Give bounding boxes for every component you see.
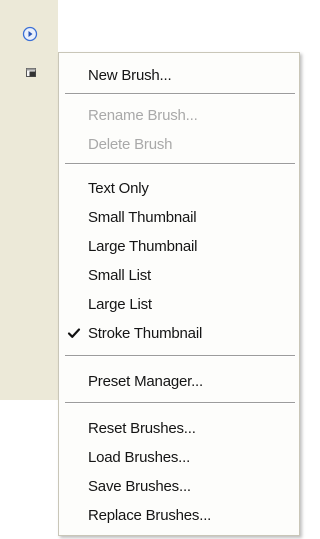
menu-item-label: Small List [88, 266, 152, 284]
menu-item-label: Large List [88, 295, 152, 313]
flyout-menu-icon [22, 26, 38, 42]
menu-item-preset-manager[interactable]: Preset Manager... [60, 368, 298, 394]
menu-item-label: Reset Brushes... [88, 419, 196, 437]
menu-item-label: Stroke Thumbnail [88, 324, 203, 342]
menu-item-delete-brush: Delete Brush [60, 131, 298, 157]
menu-separator [65, 93, 295, 95]
menu-item-small-thumbnail[interactable]: Small Thumbnail [60, 204, 298, 230]
new-preset-icon [26, 68, 36, 77]
flyout-menu-button[interactable] [22, 26, 38, 42]
menu-item-stroke-thumbnail[interactable]: Stroke Thumbnail [60, 320, 298, 346]
menu-item-label: Load Brushes... [88, 448, 191, 466]
menu-item-label: Text Only [88, 179, 149, 197]
brushes-panel-menu-screen: New Brush... Rename Brush... Delete Brus… [0, 0, 303, 539]
new-preset-button[interactable] [23, 63, 39, 79]
menu-item-label: New Brush... [88, 66, 172, 84]
menu-item-text-only[interactable]: Text Only [60, 175, 298, 201]
menu-item-label: Small Thumbnail [88, 208, 197, 226]
menu-separator [65, 355, 295, 357]
menu-item-replace-brushes[interactable]: Replace Brushes... [60, 502, 298, 528]
menu-item-label: Rename Brush... [88, 106, 198, 124]
menu-item-label: Delete Brush [88, 135, 173, 153]
panel-side-strip [0, 0, 58, 400]
menu-separator [65, 402, 295, 404]
menu-item-label: Replace Brushes... [88, 506, 212, 524]
menu-item-rename-brush: Rename Brush... [60, 102, 298, 128]
menu-item-save-brushes[interactable]: Save Brushes... [60, 473, 298, 499]
menu-item-large-thumbnail[interactable]: Large Thumbnail [60, 233, 298, 259]
menu-item-label: Save Brushes... [88, 477, 191, 495]
menu-item-load-brushes[interactable]: Load Brushes... [60, 444, 298, 470]
menu-item-label: Large Thumbnail [88, 237, 198, 255]
menu-item-label: Preset Manager... [88, 372, 203, 390]
menu-item-large-list[interactable]: Large List [60, 291, 298, 317]
menu-item-new-brush[interactable]: New Brush... [60, 62, 298, 88]
menu-item-small-list[interactable]: Small List [60, 262, 298, 288]
menu-separator [65, 163, 295, 165]
checkmark-icon [67, 328, 81, 338]
brushes-flyout-menu: New Brush... Rename Brush... Delete Brus… [58, 52, 300, 536]
menu-item-reset-brushes[interactable]: Reset Brushes... [60, 415, 298, 441]
